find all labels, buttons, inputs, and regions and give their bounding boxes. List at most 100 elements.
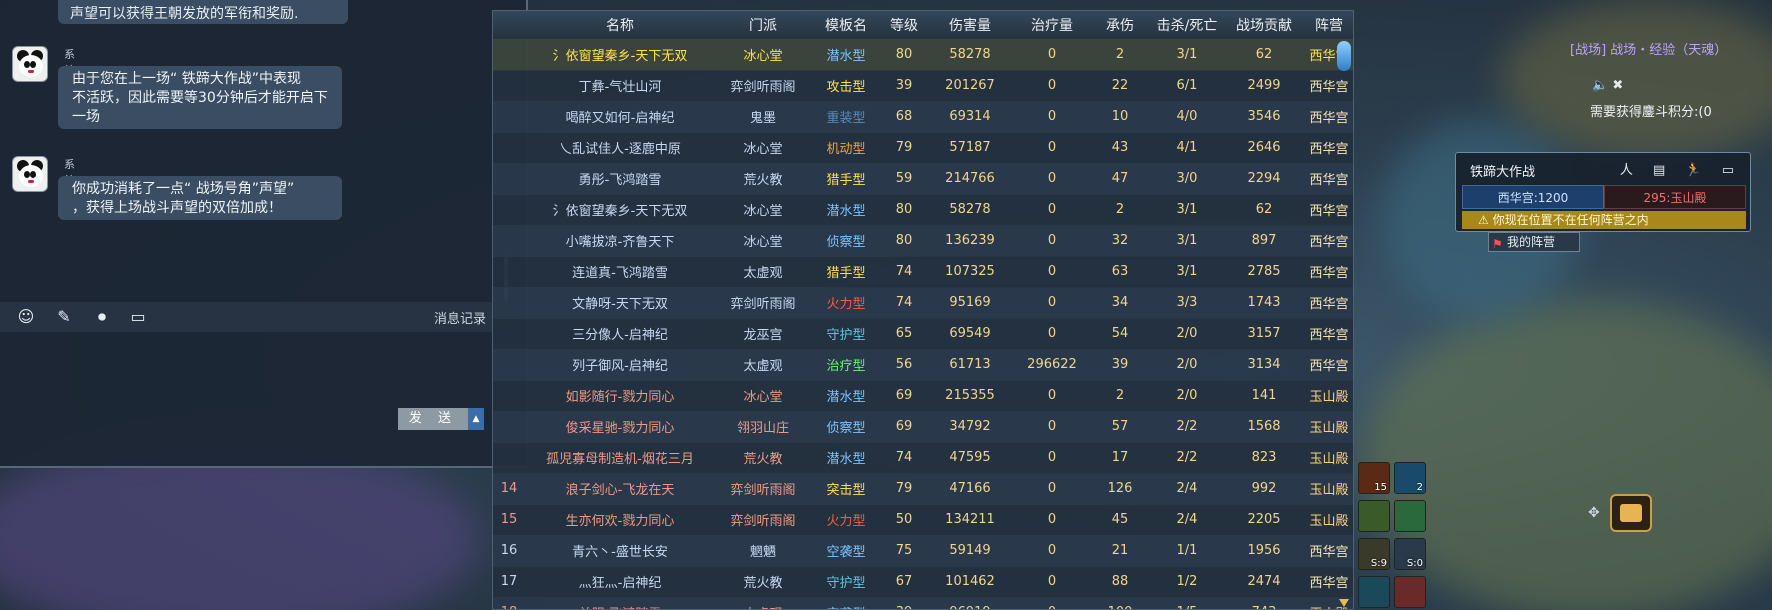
battle-status-panel: 铁蹄大作战 人 ▤ 🏃 ▭ 西华宫:1200 295:玉山殿 ⚠ 你现在位置不在… bbox=[1455, 152, 1751, 232]
skill-slot-icon[interactable] bbox=[1394, 500, 1426, 532]
header-template[interactable]: 模板名 bbox=[811, 11, 881, 39]
table-row[interactable]: 17 灬狂灬-启神纪 荒火教 守护型 67 101462 0 88 1/2 2474 西华宫 bbox=[493, 566, 1353, 598]
cell-heal: 0 bbox=[1013, 473, 1091, 505]
cell-damage: 95169 bbox=[927, 287, 1013, 319]
cell-template: 火力型 bbox=[811, 504, 881, 536]
cell-name: 如影随行-戮力同心 bbox=[525, 380, 715, 412]
cell-contrib: 1956 bbox=[1225, 535, 1303, 567]
cell-name: 俊采星驰-戮力同心 bbox=[525, 411, 715, 443]
microphone-icon[interactable]: ⏺ bbox=[92, 308, 112, 326]
emoji-icon[interactable]: ☺ bbox=[16, 308, 36, 326]
cell-rank bbox=[493, 101, 525, 133]
table-row[interactable]: 14 浪子剑心-飞龙在天 弈剑听雨阁 突击型 79 47166 0 126 2/4 992 玉山殿 bbox=[493, 473, 1353, 505]
sound-toggle-icon[interactable]: 🔈 ✖ bbox=[1592, 78, 1623, 93]
message-history-link[interactable]: 消息记录 bbox=[434, 308, 486, 327]
battle-panel-icons[interactable]: 人 ▤ 🏃 ▭ bbox=[1620, 159, 1742, 178]
cell-kd: 3/1 bbox=[1149, 225, 1225, 257]
table-row[interactable]: 18关服-飞鸿踏雪太虚观空袭型399691901001/5743玉山殿 bbox=[493, 597, 1353, 609]
table-row[interactable]: 15 生亦何欢-戮力同心 弈剑听雨阁 火力型 50 134211 0 45 2/4 2205 玉山殿 bbox=[493, 504, 1353, 536]
cell-heal: 0 bbox=[1013, 101, 1091, 133]
table-row[interactable]: 三分像人-启神纪 龙巫宫 守护型 65 69549 0 54 2/0 3157 西华宫 bbox=[493, 318, 1353, 350]
scoreboard-table: 名称 门派 模板名 等级 伤害量 治疗量 承伤 击杀/死亡 战场贡献 阵营 氵依… bbox=[493, 11, 1353, 609]
treasure-chest-icon[interactable] bbox=[1610, 494, 1652, 532]
skill-slot-icon[interactable]: S:9 bbox=[1358, 538, 1390, 570]
cell-contrib: 62 bbox=[1225, 39, 1303, 71]
battle-info-text[interactable]: [战场] 战场・经验（天魂） bbox=[1570, 42, 1770, 59]
cell-taken: 10 bbox=[1091, 101, 1149, 133]
scroll-down-icon[interactable] bbox=[1339, 599, 1349, 607]
cell-rank: 17 bbox=[493, 566, 525, 598]
send-button[interactable]: 发 送 bbox=[398, 408, 468, 430]
cell-level: 68 bbox=[881, 101, 927, 133]
move-cross-icon[interactable]: ✥ bbox=[1588, 505, 1600, 521]
cell-sect: 龙巫宫 bbox=[715, 318, 811, 350]
skill-slot-icon[interactable] bbox=[1358, 576, 1390, 608]
chevron-up-icon[interactable]: ▲ bbox=[468, 408, 484, 430]
cell-template: 火力型 bbox=[811, 287, 881, 319]
cell-level: 39 bbox=[881, 597, 927, 609]
cell-damage: 201267 bbox=[927, 70, 1013, 102]
scroll-thumb[interactable] bbox=[1337, 41, 1351, 71]
table-row[interactable]: 乀乱试佳人-逐鹿中原 冰心堂 机动型 79 57187 0 43 4/1 2646 西华宫 bbox=[493, 132, 1353, 164]
header-damage[interactable]: 伤害量 bbox=[927, 11, 1013, 39]
cell-rank bbox=[493, 442, 525, 474]
cell-taken: 47 bbox=[1091, 163, 1149, 195]
skill-count: S:0 bbox=[1406, 558, 1423, 569]
table-row[interactable]: 丁彝-气壮山河 弈剑听雨阁 攻击型 39 201267 0 22 6/1 2499 西华宫 bbox=[493, 70, 1353, 102]
header-contrib[interactable]: 战场贡献 bbox=[1225, 11, 1303, 39]
message-line: 你成功消耗了一点“ 战场号角”声望” bbox=[72, 181, 295, 197]
table-row[interactable]: 氵依窗望秦乡-天下无双 冰心堂 潜水型 80 58278 0 2 3/1 62 西华宫 bbox=[493, 194, 1353, 226]
header-camp[interactable]: 阵营 bbox=[1303, 11, 1353, 39]
cell-template: 空袭型 bbox=[811, 535, 881, 567]
table-row[interactable]: 连道真-飞鸿踏雪 太虚观 猎手型 74 107325 0 63 3/1 2785 西华宫 bbox=[493, 256, 1353, 288]
cell-contrib: 2205 bbox=[1225, 504, 1303, 536]
cell-heal: 0 bbox=[1013, 535, 1091, 567]
table-row[interactable]: 文静呀-天下无双 弈剑听雨阁 火力型 74 95169 0 34 3/3 1743 西华宫 bbox=[493, 287, 1353, 319]
table-row[interactable]: 小嘴拔凉-齐鲁天下 冰心堂 侦察型 80 136239 0 32 3/1 897 西华宫 bbox=[493, 225, 1353, 257]
table-row[interactable]: 16 青六丶-盛世长安 魍魉 空袭型 75 59149 0 21 1/1 1956 西华宫 bbox=[493, 535, 1353, 567]
cell-damage: 69549 bbox=[927, 318, 1013, 350]
header-level[interactable]: 等级 bbox=[881, 11, 927, 39]
cell-taken: 32 bbox=[1091, 225, 1149, 257]
skill-slot-icon[interactable]: S:0 bbox=[1394, 538, 1426, 570]
palette-icon[interactable]: ✎ bbox=[54, 308, 74, 326]
cell-template: 侦察型 bbox=[811, 411, 881, 443]
cell-kd: 3/1 bbox=[1149, 256, 1225, 288]
cell-template: 守护型 bbox=[811, 318, 881, 350]
cell-kd: 3/1 bbox=[1149, 194, 1225, 226]
cell-taken: 22 bbox=[1091, 70, 1149, 102]
header-heal[interactable]: 治疗量 bbox=[1013, 11, 1091, 39]
table-row[interactable]: 孤児寡母制造机-烟花三月 荒火教 潜水型 74 47595 0 17 2/2 823 玉山殿 bbox=[493, 442, 1353, 474]
my-camp-button[interactable]: ⚑ 我的阵营 bbox=[1488, 232, 1580, 252]
cell-sect: 荒火教 bbox=[715, 566, 811, 598]
table-row[interactable]: 列子御风-启神纪 太虚观 治疗型 56 61713 296622 39 2/0 3134 西华宫 bbox=[493, 349, 1353, 381]
table-row[interactable]: 喝醉又如何-启神纪 鬼墨 重装型 68 69314 0 10 4/0 3546 西华宫 bbox=[493, 101, 1353, 133]
chat-bubble-icon[interactable]: ▭ bbox=[128, 308, 148, 326]
skill-slot-icon[interactable]: 2 bbox=[1394, 462, 1426, 494]
header-sect[interactable]: 门派 bbox=[715, 11, 811, 39]
cell-sect: 荒火教 bbox=[715, 163, 811, 195]
table-row[interactable]: 俊采星驰-戮力同心 翎羽山庄 侦察型 69 34792 0 57 2/2 1568 玉山殿 bbox=[493, 411, 1353, 443]
skill-slot-icon[interactable]: 15 bbox=[1358, 462, 1390, 494]
cell-kd: 3/3 bbox=[1149, 287, 1225, 319]
table-row[interactable]: 氵依窗望秦乡-天下无双 冰心堂 潜水型 80 58278 0 2 3/1 62 西华宫 bbox=[493, 39, 1353, 71]
cell-level: 80 bbox=[881, 39, 927, 71]
table-row[interactable]: 勇彤-飞鸿踏雪 荒火教 猎手型 59 214766 0 47 3/0 2294 西华宫 bbox=[493, 163, 1353, 195]
cell-sect: 冰心堂 bbox=[715, 380, 811, 412]
cell-level: 50 bbox=[881, 504, 927, 536]
table-row[interactable]: 如影随行-戮力同心 冰心堂 潜水型 69 215355 0 2 2/0 141 玉山殿 bbox=[493, 380, 1353, 412]
skill-slot-icon[interactable] bbox=[1394, 576, 1426, 608]
cell-damage: 96919 bbox=[927, 597, 1013, 609]
message-line: 由于您在上一场“ 铁蹄大作战”中表现 bbox=[72, 71, 301, 87]
header-name[interactable]: 名称 bbox=[525, 11, 715, 39]
header-kd[interactable]: 击杀/死亡 bbox=[1149, 11, 1225, 39]
cell-heal: 0 bbox=[1013, 132, 1091, 164]
skill-slot-icon[interactable] bbox=[1358, 500, 1390, 532]
cell-name: 浪子剑心-飞龙在天 bbox=[525, 473, 715, 505]
cell-heal: 0 bbox=[1013, 39, 1091, 71]
header-taken[interactable]: 承伤 bbox=[1091, 11, 1149, 39]
cell-kd: 2/4 bbox=[1149, 473, 1225, 505]
panda-avatar-icon bbox=[12, 156, 48, 192]
cell-sect: 翎羽山庄 bbox=[715, 411, 811, 443]
scoreboard-scrollbar[interactable] bbox=[1337, 37, 1351, 607]
